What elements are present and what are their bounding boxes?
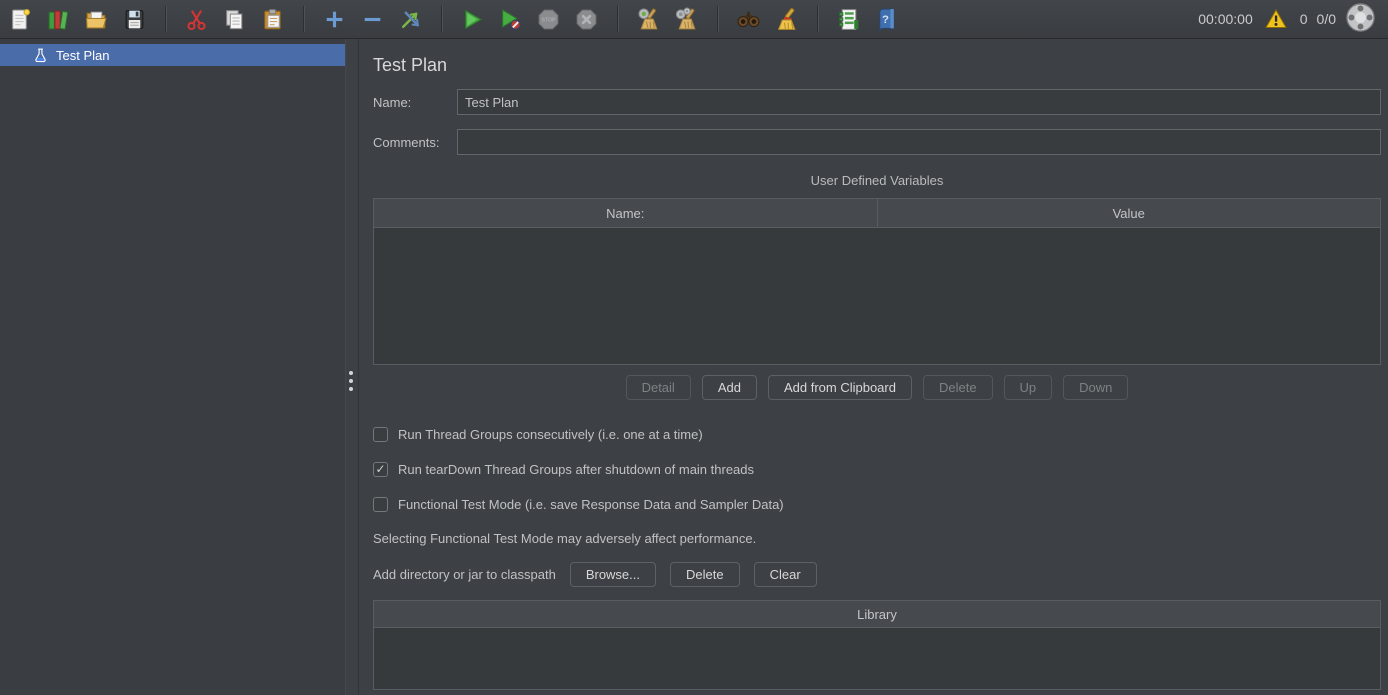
expand-all-icon[interactable]: [320, 5, 349, 34]
checkbox-label: Run tearDown Thread Groups after shutdow…: [398, 462, 754, 477]
toolbar-separator: [817, 6, 818, 32]
check-row: Run tearDown Thread Groups after shutdow…: [373, 461, 1381, 477]
jmeter-window: STOP? 00:00:00 0 0/0 Test Plan Test Plan…: [0, 0, 1388, 695]
start-no-pauses-icon[interactable]: [496, 5, 525, 34]
elapsed-timer: 00:00:00: [1198, 11, 1253, 27]
detail-button[interactable]: Detail: [626, 375, 691, 400]
checkbox-label: Run Thread Groups consecutively (i.e. on…: [398, 427, 703, 442]
warning-count: 0: [1300, 11, 1308, 27]
comments-input[interactable]: [457, 129, 1381, 155]
user-defined-variables-title: User Defined Variables: [373, 173, 1381, 188]
search-icon[interactable]: [734, 5, 763, 34]
down-button[interactable]: Down: [1063, 375, 1128, 400]
library-table-body: [374, 628, 1380, 689]
classpath-row: Add directory or jar to classpath Browse…: [373, 562, 1381, 587]
run-thread-groups-consecutively-checkbox[interactable]: [373, 427, 388, 442]
name-field-row: Name:: [373, 89, 1381, 115]
cut-icon[interactable]: [182, 5, 211, 34]
paste-icon[interactable]: [258, 5, 287, 34]
up-button[interactable]: Up: [1004, 375, 1053, 400]
check-row: Run Thread Groups consecutively (i.e. on…: [373, 426, 1381, 442]
toolbar: STOP? 00:00:00 0 0/0: [0, 0, 1388, 39]
user-defined-variables-table: Name: Value: [373, 198, 1381, 365]
classpath-clear-button[interactable]: Clear: [754, 562, 817, 587]
toolbar-separator: [303, 6, 304, 32]
udv-column-value[interactable]: Value: [877, 199, 1381, 227]
content-area: Test Plan Test Plan Name: Comments: User…: [0, 39, 1388, 695]
toggle-icon[interactable]: [396, 5, 425, 34]
toolbar-status-area: 00:00:00 0 0/0: [1198, 2, 1376, 36]
add-from-clipboard-button[interactable]: Add from Clipboard: [768, 375, 912, 400]
functional-test-mode-checkbox[interactable]: [373, 497, 388, 512]
name-input[interactable]: [457, 89, 1381, 115]
run-status-wheel-icon: [1345, 2, 1376, 36]
open-file-icon[interactable]: [82, 5, 111, 34]
toolbar-separator: [441, 6, 442, 32]
panel-splitter[interactable]: [345, 39, 359, 695]
help-icon[interactable]: ?: [872, 5, 901, 34]
toolbar-separator: [617, 6, 618, 32]
shutdown-icon[interactable]: [572, 5, 601, 34]
collapse-all-icon[interactable]: [358, 5, 387, 34]
classpath-label: Add directory or jar to classpath: [373, 567, 556, 582]
udv-button-row: Detail Add Add from Clipboard Delete Up …: [373, 375, 1381, 400]
check-row: Functional Test Mode (i.e. save Response…: [373, 496, 1381, 512]
splitter-grip-icon[interactable]: [349, 371, 353, 391]
toolbar-separator: [165, 6, 166, 32]
active-total-threads: 0/0: [1317, 11, 1336, 27]
testplan-editor: Test Plan Name: Comments: User Defined V…: [359, 39, 1388, 695]
stop-icon[interactable]: STOP: [534, 5, 563, 34]
page-title: Test Plan: [373, 55, 1381, 76]
new-file-icon[interactable]: [6, 5, 35, 34]
comments-field-row: Comments:: [373, 129, 1381, 155]
classpath-delete-button[interactable]: Delete: [670, 562, 740, 587]
tree-item-test-plan[interactable]: Test Plan: [0, 44, 345, 66]
save-icon[interactable]: [120, 5, 149, 34]
warning-indicator-icon[interactable]: [1262, 5, 1291, 34]
clear-all-icon[interactable]: [672, 5, 701, 34]
tree-panel: Test Plan: [0, 39, 345, 695]
svg-text:?: ?: [882, 14, 889, 26]
comments-label: Comments:: [373, 135, 457, 150]
library-table: Library: [373, 600, 1381, 690]
browse-button[interactable]: Browse...: [570, 562, 656, 587]
function-helper-icon[interactable]: [834, 5, 863, 34]
templates-icon[interactable]: [44, 5, 73, 34]
clear-icon[interactable]: [634, 5, 663, 34]
udv-table-header: Name: Value: [374, 199, 1380, 228]
add-button[interactable]: Add: [702, 375, 757, 400]
run-teardown-thread-groups-checkbox[interactable]: [373, 462, 388, 477]
toolbar-separator: [717, 6, 718, 32]
search-reset-icon[interactable]: [772, 5, 801, 34]
library-column-header[interactable]: Library: [374, 601, 1380, 628]
name-label: Name:: [373, 95, 457, 110]
udv-table-body: [374, 228, 1380, 364]
copy-icon[interactable]: [220, 5, 249, 34]
toolbar-icons: STOP?: [6, 5, 901, 34]
tree-item-label: Test Plan: [56, 48, 109, 63]
udv-column-name[interactable]: Name:: [374, 199, 877, 227]
testplan-flask-icon: [33, 48, 48, 63]
svg-text:STOP: STOP: [541, 17, 556, 23]
start-icon[interactable]: [458, 5, 487, 34]
delete-button[interactable]: Delete: [923, 375, 993, 400]
checkbox-label: Functional Test Mode (i.e. save Response…: [398, 497, 784, 512]
run-options: Run Thread Groups consecutively (i.e. on…: [373, 426, 1381, 512]
functional-mode-note: Selecting Functional Test Mode may adver…: [373, 531, 1381, 546]
